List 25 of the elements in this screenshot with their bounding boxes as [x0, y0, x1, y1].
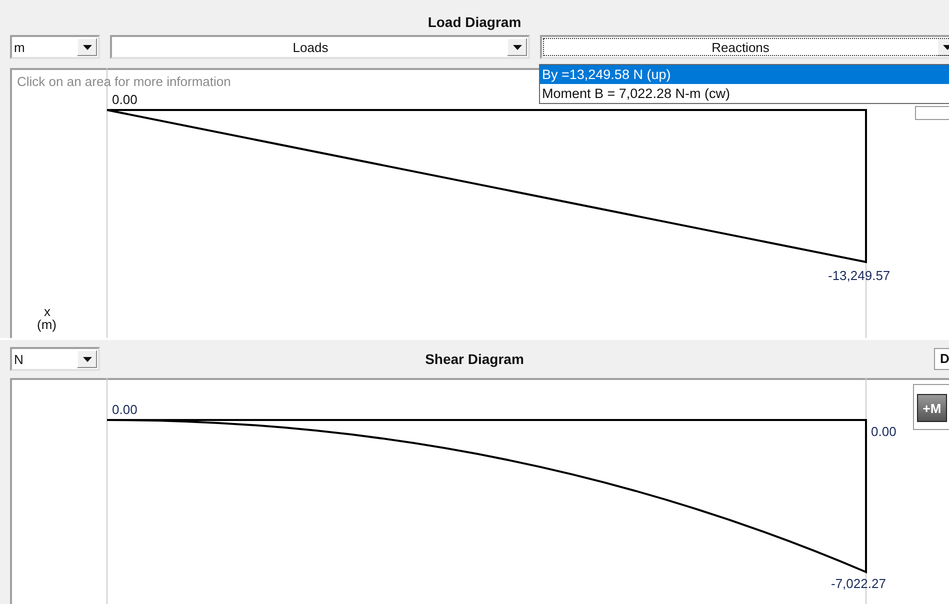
unit-dropdown[interactable]: m [10, 35, 100, 59]
caret-icon [512, 44, 522, 50]
loads-dropdown[interactable]: Loads [110, 35, 530, 59]
value-label: -13,249.57 [828, 268, 890, 283]
value-label: 0.00 [871, 424, 896, 439]
diagram-title: Shear Diagram [425, 351, 524, 367]
caret-icon [82, 356, 92, 362]
axis-unit: (m) [37, 317, 56, 332]
button[interactable] [915, 106, 949, 120]
moment-button[interactable]: +M [917, 394, 947, 422]
value-label: -7,022.27 [831, 576, 886, 591]
caret-icon [82, 44, 92, 50]
dropdown-button[interactable] [77, 350, 97, 368]
dropdown-button[interactable] [507, 38, 527, 56]
toolbar-button[interactable]: D [934, 348, 949, 370]
caret-icon [942, 44, 949, 50]
value-label: 0.00 [112, 402, 138, 417]
hint-text: Click on an area for more information [17, 74, 231, 89]
reactions-dropdown[interactable]: Reactions [540, 35, 949, 59]
diagram-title: Load Diagram [428, 14, 522, 30]
value-label: 0.00 [112, 92, 138, 107]
axis-label: x [44, 304, 50, 319]
dropdown-button[interactable] [77, 38, 97, 56]
list-option[interactable]: By =13,249.58 N (up) [540, 65, 949, 84]
unit-dropdown[interactable]: N [10, 347, 100, 371]
